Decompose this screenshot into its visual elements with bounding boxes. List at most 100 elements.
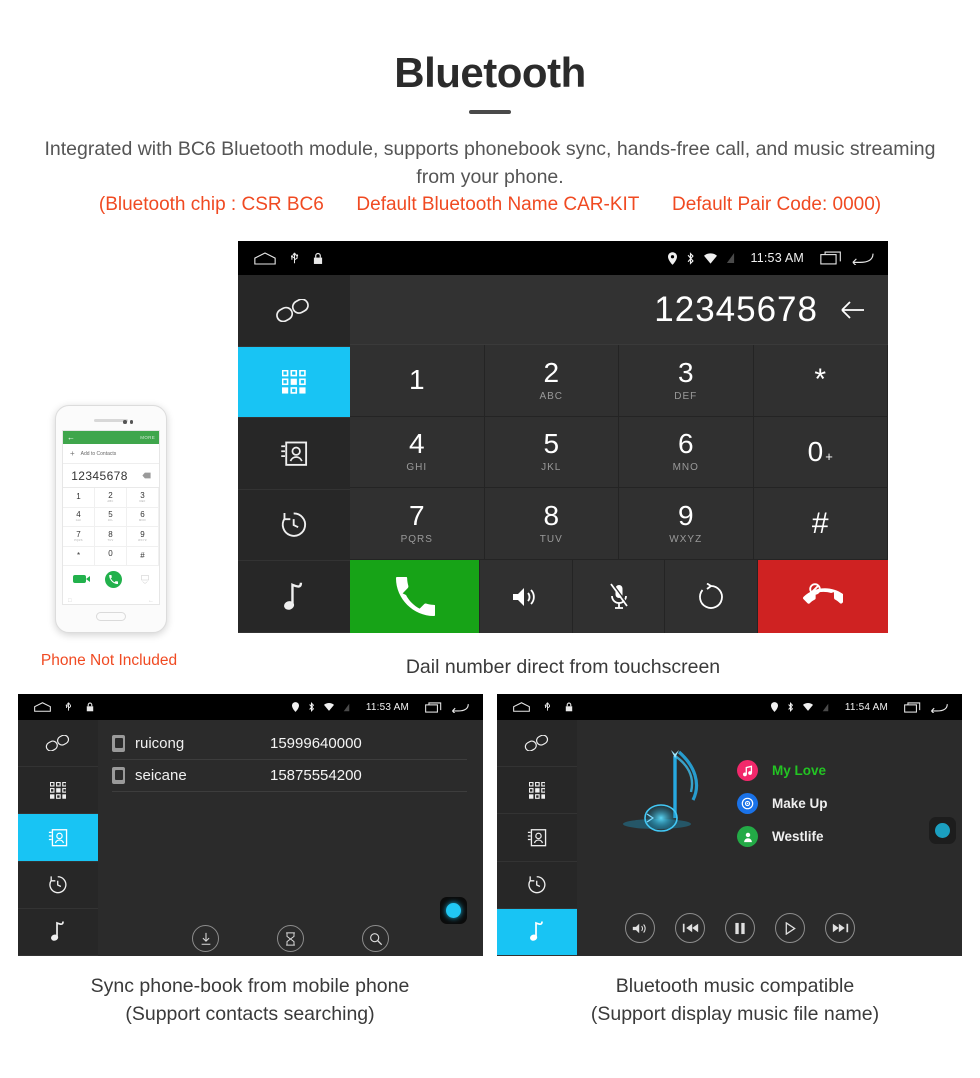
lock-icon (86, 702, 94, 712)
mute-button[interactable] (572, 560, 666, 633)
sidebar-item-contacts[interactable] (18, 814, 98, 862)
back-icon[interactable] (451, 702, 469, 713)
transfer-call-button[interactable] (665, 560, 759, 633)
dial-key-0[interactable]: 0 + (753, 416, 888, 489)
backspace-icon[interactable] (836, 298, 866, 322)
home-icon[interactable] (254, 251, 276, 265)
key-digit: 7 (408, 500, 425, 532)
keypad-icon (282, 370, 306, 394)
usb-icon (544, 702, 550, 711)
sidebar-item-keypad[interactable] (238, 346, 350, 419)
next-button[interactable] (825, 913, 855, 943)
play-button[interactable] (775, 913, 805, 943)
phone-sensors (123, 420, 133, 424)
end-call-button[interactable] (758, 560, 889, 633)
phone-key-digit: # (140, 550, 145, 560)
call-button[interactable] (350, 560, 480, 633)
search-contacts-button[interactable] (362, 925, 389, 952)
usb-icon (291, 252, 299, 263)
sidebar-item-bluetooth-pair[interactable] (238, 275, 350, 347)
phone-key-1: 1 (63, 488, 95, 508)
sidebar-item-bluetooth-pair[interactable] (18, 720, 98, 768)
dial-key-9[interactable]: 9 WXYZ (619, 488, 754, 560)
sidebar-item-call-history[interactable] (238, 490, 350, 562)
sidebar-item-call-history[interactable] (497, 862, 577, 909)
volume-button[interactable] (625, 913, 655, 943)
music-info-label: My Love (772, 763, 827, 778)
recents-icon[interactable] (904, 701, 921, 713)
sidebar-item-music[interactable] (497, 908, 577, 957)
number-display[interactable]: 12345678 (350, 275, 888, 345)
sidebar-item-keypad[interactable] (18, 767, 98, 815)
home-icon[interactable] (513, 702, 530, 712)
phone-key-letters: GHI (75, 519, 82, 523)
contacts-caption-line1: Sync phone-book from mobile phone (90, 975, 410, 997)
key-digit: 1 (408, 364, 425, 396)
dial-key-3[interactable]: 3 DEF (619, 345, 754, 417)
location-icon (291, 702, 299, 712)
phone-number-value: 12345678 (71, 468, 128, 483)
dial-key-7[interactable]: 7 PQRS (350, 488, 485, 560)
download-contacts-button[interactable] (192, 925, 219, 952)
key-digit: 5 (543, 428, 560, 460)
dial-key-6[interactable]: 6 MNO (619, 416, 754, 489)
video-call-icon (72, 575, 90, 583)
pause-button[interactable] (725, 913, 755, 943)
contacts-body: ruicong 15999640000 seicane 15875554200 (18, 720, 483, 957)
dial-key-1[interactable]: 1 (350, 345, 485, 417)
delete-contacts-button[interactable] (277, 925, 304, 952)
music-caption: Bluetooth music compatible (Support disp… (490, 972, 980, 1029)
sidebar-item-bluetooth-pair[interactable] (497, 720, 577, 768)
phone-key-2: 2 ABC (95, 488, 127, 508)
recents-icon: □ (68, 598, 72, 604)
recents-icon[interactable] (820, 251, 842, 265)
dial-key-5[interactable]: 5 JKL (484, 416, 619, 489)
phone-key-digit: 2 (108, 490, 113, 500)
music-status-bar: 11:54 AM (497, 694, 962, 720)
recents-icon[interactable] (425, 701, 442, 713)
dial-key-star[interactable]: * (753, 345, 888, 417)
contact-row[interactable]: seicane 15875554200 (112, 760, 467, 792)
dialer-body: 12345678 1 2 ABC 3 DEF * 4 GHI 5 JKL 6 MNO 0 + 7 PQRS 8 T… (238, 275, 889, 633)
previous-button[interactable] (675, 913, 705, 943)
phone-key-6: 6 MNO (127, 507, 159, 527)
key-digit: 8 (543, 500, 560, 532)
dial-key-hash[interactable]: # (753, 488, 888, 560)
sidebar-item-call-history[interactable] (18, 862, 98, 909)
link-icon (524, 734, 548, 752)
contact-name: ruicong (135, 735, 185, 752)
sidebar-item-contacts[interactable] (238, 418, 350, 490)
back-icon[interactable] (851, 251, 874, 265)
dial-key-4[interactable]: 4 GHI (350, 416, 485, 489)
home-circle-button[interactable] (440, 897, 467, 924)
dial-key-2[interactable]: 2 ABC (484, 345, 619, 417)
music-sidebar (497, 720, 577, 957)
sidebar-item-music[interactable] (18, 909, 98, 957)
sidebar-item-keypad[interactable] (497, 767, 577, 815)
contacts-status-bar: 11:53 AM (18, 694, 483, 720)
contact-row[interactable]: ruicong 15999640000 (112, 728, 467, 760)
key-digit: * (814, 363, 827, 397)
contact-number: 15875554200 (270, 767, 362, 784)
contacts-caption: Sync phone-book from mobile phone (Suppo… (0, 972, 500, 1029)
phone-key-7: 7 PQRS (63, 527, 95, 547)
dial-key-8[interactable]: 8 TUV (484, 488, 619, 560)
back-icon[interactable] (930, 702, 948, 713)
phone-add-contact-row: + Add to Contacts (63, 444, 159, 464)
key-digit: 2 (543, 356, 560, 388)
speaker-button[interactable] (480, 560, 573, 633)
signal-icon (726, 253, 734, 263)
head-unit-dialer-screen: 11:53 AM 12345678 1 2 ABC 3 DEF * 4 GHI … (238, 241, 889, 633)
home-icon[interactable] (34, 702, 51, 712)
music-info-label: Make Up (772, 796, 828, 811)
music-controls (625, 913, 855, 943)
sidebar-item-contacts[interactable] (497, 814, 577, 862)
key-digit: 3 (677, 356, 694, 388)
phone-key-4: 4 GHI (63, 507, 95, 527)
wifi-icon (323, 703, 334, 711)
phone-key-digit: 9 (140, 529, 145, 539)
sidebar-item-music[interactable] (238, 561, 350, 633)
home-circle-button[interactable] (929, 817, 956, 844)
phone-key-digit: 7 (76, 529, 81, 539)
backspace-icon (142, 472, 151, 479)
